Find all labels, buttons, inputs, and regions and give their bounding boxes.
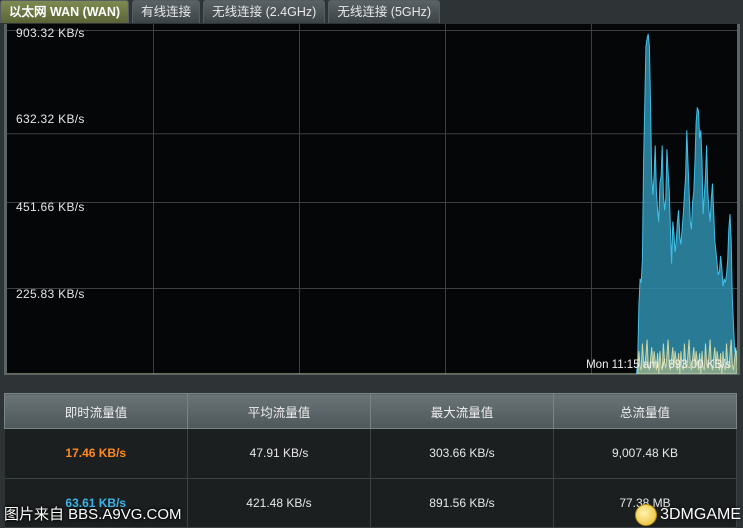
traffic-graph-frame: 903.32 KB/s 632.32 KB/s 451.66 KB/s 225.… bbox=[4, 24, 740, 375]
tab-ethernet-wan[interactable]: 以太网 WAN (WAN) bbox=[0, 0, 130, 23]
y-label-451: 451.66 KB/s bbox=[16, 200, 85, 214]
tx-area-series bbox=[7, 33, 737, 374]
header-maximum: 最大流量值 bbox=[370, 393, 554, 429]
watermark-logo: 3DMGAME bbox=[635, 504, 741, 526]
header-total: 总流量值 bbox=[553, 393, 737, 429]
tab-wireless-2-4ghz[interactable]: 无线连接 (2.4GHz) bbox=[203, 0, 326, 23]
chart-grid bbox=[7, 24, 737, 374]
rx-average: 47.91 KB/s bbox=[187, 428, 371, 479]
mascot-icon bbox=[635, 504, 658, 526]
traffic-graph[interactable]: 903.32 KB/s 632.32 KB/s 451.66 KB/s 225.… bbox=[7, 24, 737, 374]
header-average: 平均流量值 bbox=[187, 393, 371, 429]
tab-wireless-5ghz[interactable]: 无线连接 (5GHz) bbox=[328, 0, 441, 23]
y-label-225: 225.83 KB/s bbox=[16, 287, 85, 301]
tx-max: 891.56 KB/s bbox=[370, 478, 554, 528]
table-row-rx: 17.46 KB/s 47.91 KB/s 303.66 KB/s 9,007.… bbox=[4, 428, 737, 479]
header-current: 即时流量值 bbox=[4, 393, 188, 429]
tx-average: 421.48 KB/s bbox=[187, 478, 371, 528]
rx-total: 9,007.48 KB bbox=[553, 428, 737, 479]
watermark-source: 图片来自 BBS.A9VG.COM bbox=[4, 506, 182, 523]
tab-bar: 以太网 WAN (WAN) 有线连接 无线连接 (2.4GHz) 无线连接 (5… bbox=[0, 0, 443, 24]
traffic-chart-svg bbox=[7, 24, 737, 374]
rx-current: 17.46 KB/s bbox=[4, 428, 188, 479]
watermark-logo-text: 3DMGAME bbox=[660, 506, 741, 523]
hover-stamp: Mon 11:15 am / 893.00 KB/s bbox=[586, 359, 731, 371]
tab-wired[interactable]: 有线连接 bbox=[132, 0, 201, 23]
y-label-max: 903.32 KB/s bbox=[16, 26, 85, 40]
y-label-632: 632.32 KB/s bbox=[16, 112, 85, 126]
rx-max: 303.66 KB/s bbox=[370, 428, 554, 479]
